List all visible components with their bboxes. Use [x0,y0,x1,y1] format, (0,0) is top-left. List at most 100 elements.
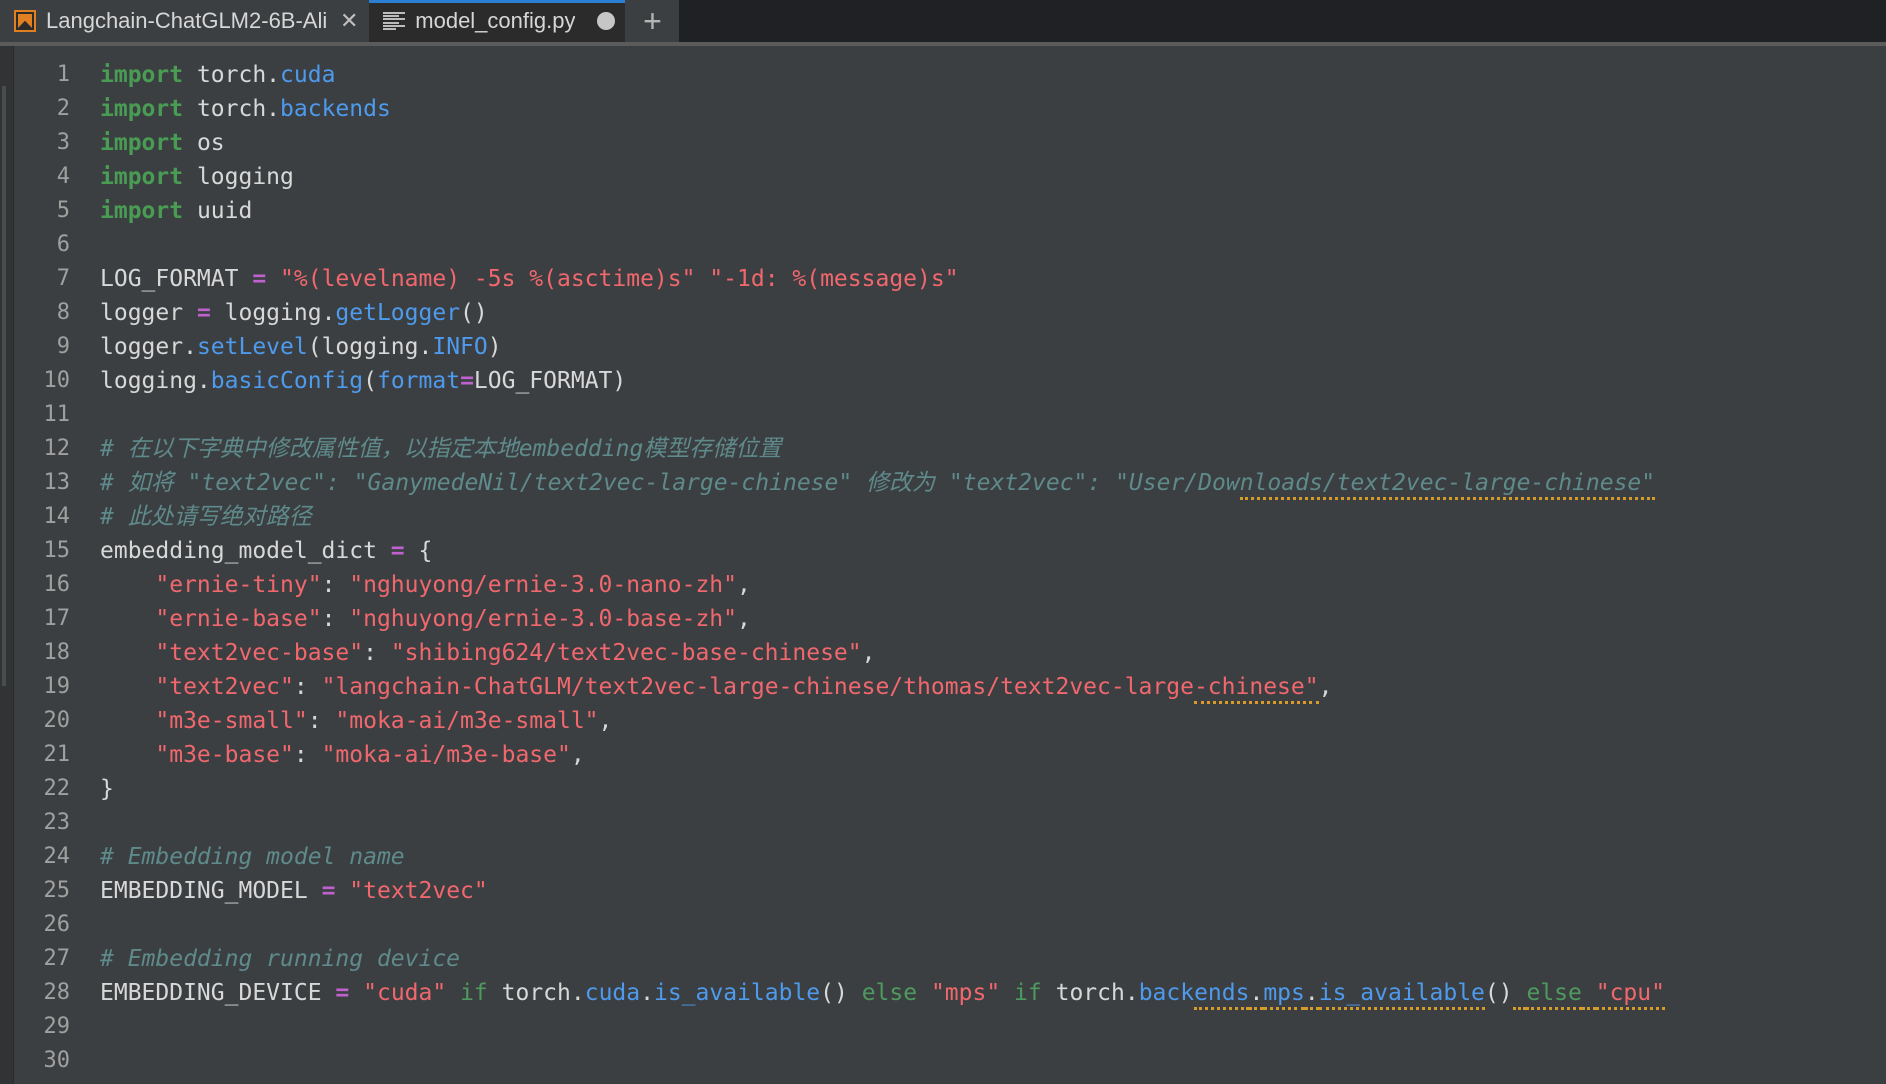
line-number: 15 [43,538,71,563]
tab-label: Langchain-ChatGLM2-6B-Ali [46,8,328,33]
project-icon [14,10,36,32]
tab-model-config-py[interactable]: model_config.py [369,0,626,42]
code-token: "text2vec" [349,878,488,904]
code-token: import [100,164,184,190]
code-line[interactable]: LOG_FORMAT = "%(levelname) -5s %(asctime… [100,262,1886,296]
code-editor[interactable]: 1 2 3 4 5 6 7 8 9 10 11 12 13 14 15 16 17 18 19 20 21 22 23 24 2… [0,46,1886,1084]
line-number: 4 [56,164,70,189]
code-token: , [737,572,751,598]
code-token: , [1318,674,1333,700]
code-token: import [100,62,184,88]
code-line[interactable]: "text2vec-base": "shibing624/text2vec-ba… [100,636,1886,670]
code-token: torch. [1041,980,1139,1006]
code-line[interactable]: # 在以下字典中修改属性值，以指定本地embedding模型存储位置 [100,432,1886,466]
line-number: 11 [43,402,71,427]
code-line[interactable]: # 如将 "text2vec": "GanymedeNil/text2vec-l… [100,466,1886,500]
code-token: LOG_FORMAT [100,266,253,292]
python-file-icon [383,10,406,32]
code-token: getLogger [335,300,461,326]
code-line[interactable]: import torch.cuda [100,58,1886,92]
line-number: 8 [56,300,70,325]
code-line[interactable]: # Embedding running device [100,942,1886,976]
code-line[interactable]: # 此处请写绝对路径 [100,500,1886,534]
close-icon[interactable]: ✕ [339,10,359,32]
code-token: = [252,266,267,292]
code-line[interactable]: } [100,772,1886,806]
code-line[interactable]: EMBEDDING_DEVICE = "cuda" if torch.cuda.… [100,976,1886,1010]
code-token: "moka-ai/m3e-small" [335,708,599,734]
code-line[interactable] [100,1044,1886,1078]
code-token: : [307,708,336,734]
code-line[interactable]: "m3e-small": "moka-ai/m3e-small", [100,704,1886,738]
code-line[interactable]: "text2vec": "langchain-ChatGLM/text2vec-… [100,670,1886,704]
line-number: 23 [43,810,71,835]
code-token: ( [363,368,377,394]
code-token: "text2vec-base" [155,640,364,666]
code-token: logging. [100,368,211,394]
line-number: 10 [43,368,71,393]
line-number: 5 [56,198,70,223]
code-line[interactable]: import uuid [100,194,1886,228]
code-token: cuda [280,62,336,88]
new-tab-button[interactable]: + [625,0,680,42]
line-number: 2 [56,96,70,121]
code-token: os [183,130,225,156]
code-line[interactable]: logger = logging.getLogger() [100,296,1886,330]
code-token: logging. [210,300,336,326]
code-token: "nghuyong/ernie-3.0-base-zh" [349,606,737,632]
code-line[interactable]: EMBEDDING_MODEL = "text2vec" [100,874,1886,908]
code-token: . [640,980,654,1006]
code-token: if [460,980,488,1006]
code-token: ) [487,334,502,360]
code-line[interactable]: "ernie-tiny": "nghuyong/ernie-3.0-nano-z… [100,568,1886,602]
line-number: 25 [43,878,71,903]
code-token: = [196,300,211,326]
code-token: , [570,742,585,768]
code-line[interactable]: "ernie-base": "nghuyong/ernie-3.0-base-z… [100,602,1886,636]
code-token: : [321,572,350,598]
code-token: # Embedding model name [100,844,405,870]
line-number: 14 [43,504,71,529]
line-number: 27 [43,946,71,971]
code-line[interactable] [100,398,1886,432]
editor-left-tool-strip[interactable] [0,46,14,1084]
code-token: uuid [183,198,253,224]
code-line[interactable] [100,1010,1886,1044]
code-line[interactable] [100,908,1886,942]
code-line[interactable]: import os [100,126,1886,160]
code-line[interactable]: logger.setLevel(logging.INFO) [100,330,1886,364]
code-token: "ernie-base" [155,606,322,632]
code-token: "mps" [930,980,1001,1006]
line-number: 9 [56,334,70,359]
tab-project-langchain[interactable]: Langchain-ChatGLM2-6B-Ali ✕ [0,0,370,42]
code-line[interactable]: # Embedding model name [100,840,1886,874]
code-line[interactable]: logging.basicConfig(format=LOG_FORMAT) [100,364,1886,398]
line-number: 6 [56,232,70,257]
code-token: nloads/text2vec-large-chinese" [1239,470,1656,500]
line-number: 28 [43,980,71,1005]
code-line[interactable] [100,806,1886,840]
code-token: embedding_model_dict [100,538,391,564]
code-line[interactable]: import torch.backends [100,92,1886,126]
code-line[interactable]: import logging [100,160,1886,194]
code-line[interactable] [100,228,1886,262]
code-line[interactable]: "m3e-base": "moka-ai/m3e-base", [100,738,1886,772]
code-line[interactable]: embedding_model_dict = { [100,534,1886,568]
line-number: 29 [43,1014,71,1039]
code-token: : [321,606,350,632]
code-token: "%(levelname) -5s %(asctime)s" "-1d: %(m… [280,266,959,292]
code-token: : [293,742,322,768]
code-token: ends [1194,980,1250,1010]
line-number: 16 [43,572,71,597]
code-content-area[interactable]: import torch.cuda import torch.backends im… [82,46,1886,1084]
line-number: 24 [43,844,71,869]
code-token: import [100,96,184,122]
code-token: # 此处请写绝对路径 [100,504,312,530]
code-token: logger. [100,334,197,360]
